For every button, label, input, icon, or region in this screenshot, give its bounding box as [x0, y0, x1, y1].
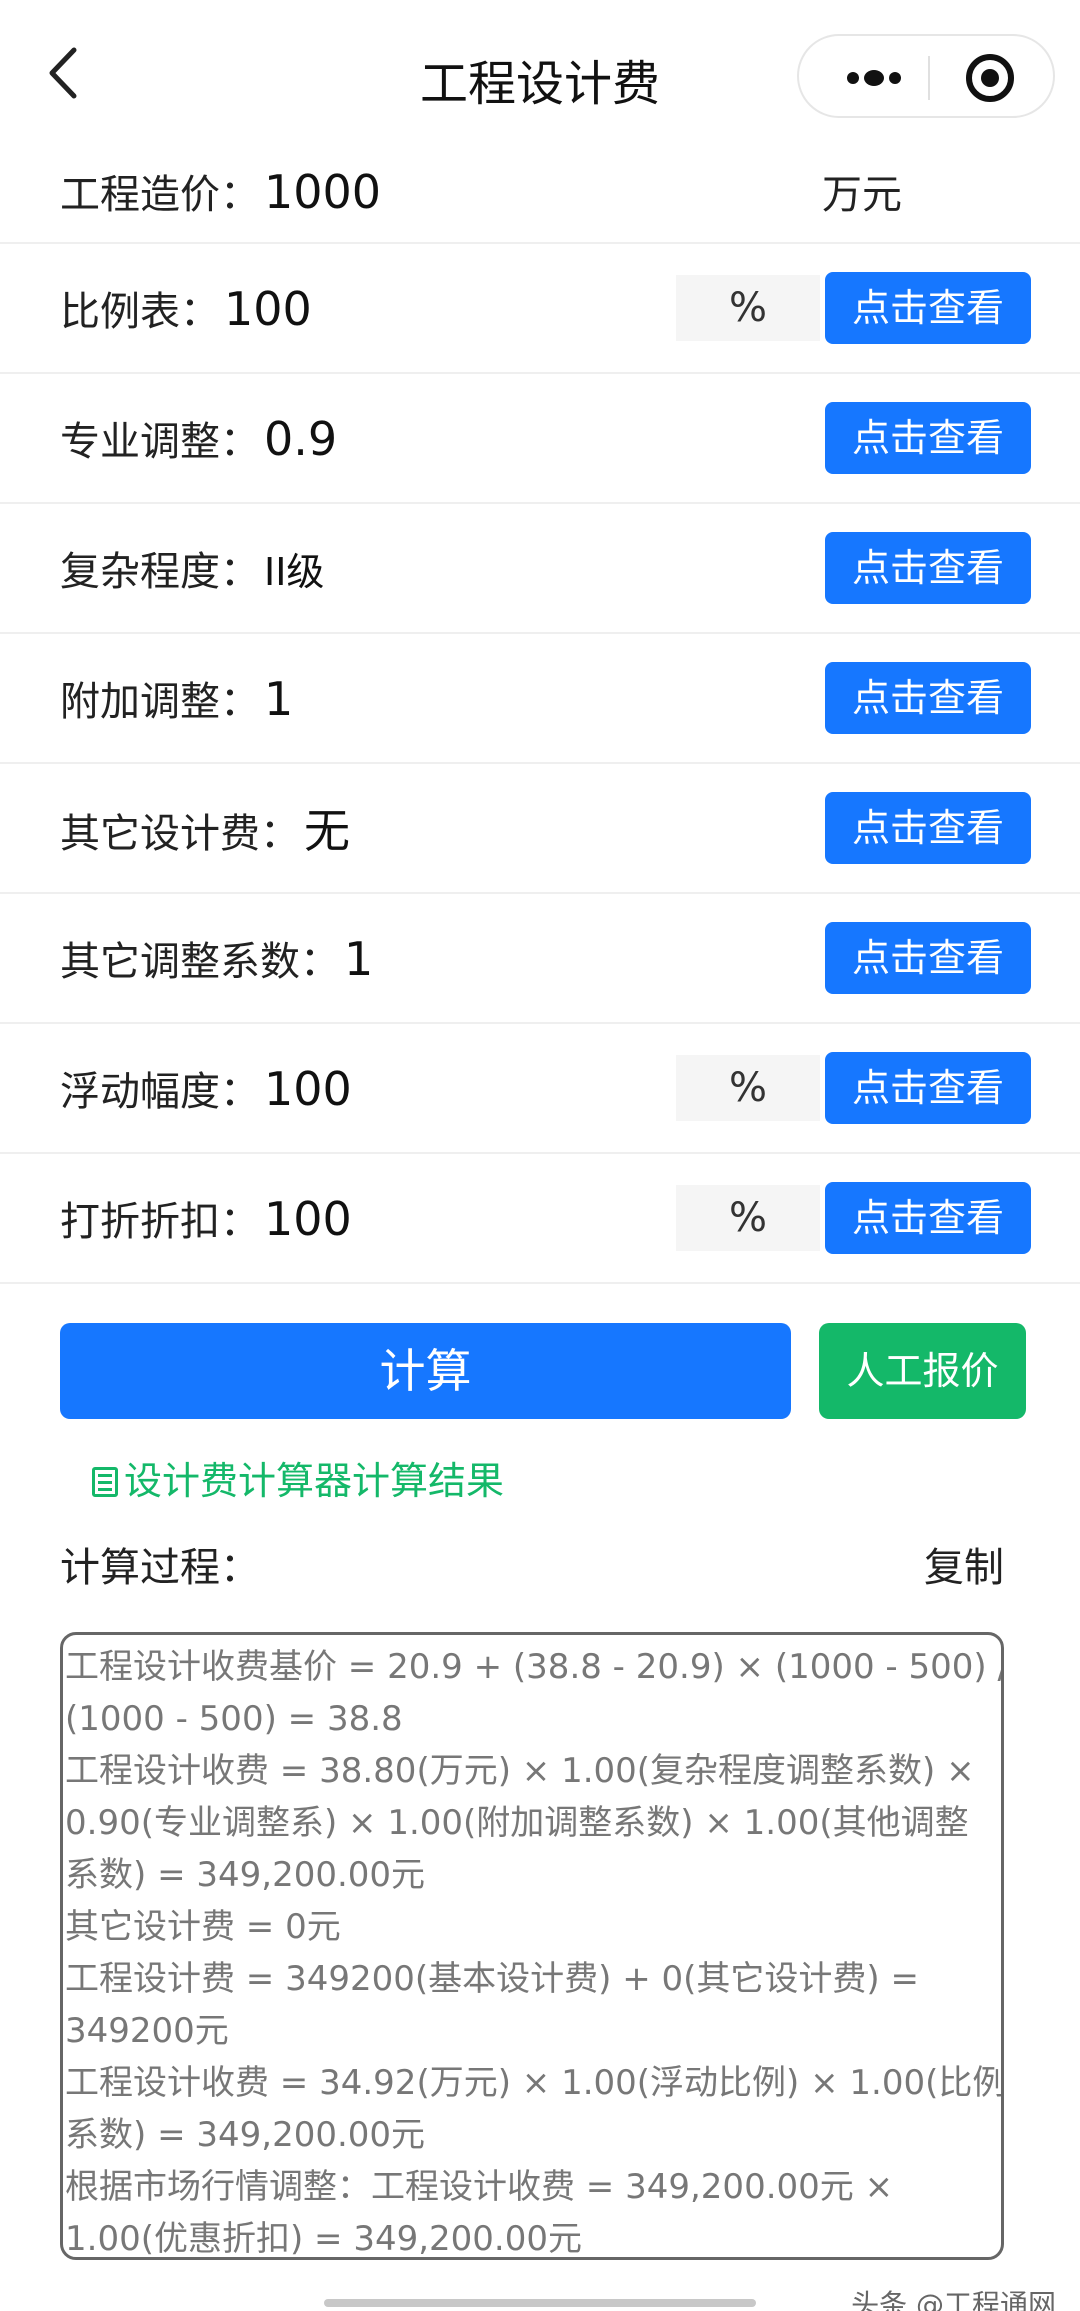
process-line: 工程设计费 = 349200(基本设计费) + 0(其它设计费) =	[65, 1959, 919, 1999]
view-other-fee-button[interactable]: 点击查看	[825, 792, 1031, 864]
view-additional-button[interactable]: 点击查看	[825, 662, 1031, 734]
more-dots-icon[interactable]	[829, 56, 919, 100]
field-other-adjust-coef: 其它调整系数：1 点击查看	[0, 894, 1080, 1024]
unit-label: 万元	[822, 172, 902, 218]
field-discount: 打折折扣：100 % 点击查看	[0, 1154, 1080, 1284]
process-line: 系数) = 349,200.00元	[65, 2115, 426, 2155]
view-float-button[interactable]: 点击查看	[825, 1052, 1031, 1124]
process-line: 根据市场行情调整：工程设计收费 = 349,200.00元 ×	[65, 2167, 894, 2207]
field-float-range: 浮动幅度：100 % 点击查看	[0, 1024, 1080, 1154]
view-other-adjust-button[interactable]: 点击查看	[825, 922, 1031, 994]
result-heading: 设计费计算器计算结果	[92, 1450, 504, 1505]
capsule-divider	[928, 56, 930, 100]
field-label: 复杂程度： II级	[60, 549, 325, 595]
target-icon[interactable]	[964, 52, 1016, 104]
field-complexity: 复杂程度： II级 点击查看	[0, 504, 1080, 634]
discount-input[interactable]: 100	[264, 1192, 352, 1246]
manual-quote-button[interactable]: 人工报价	[819, 1323, 1026, 1419]
field-label: 比例表：100	[60, 282, 312, 336]
percent-unit: %	[676, 1055, 820, 1121]
field-additional-adjust: 附加调整：1 点击查看	[0, 634, 1080, 764]
field-label: 打折折扣：100	[60, 1192, 352, 1246]
process-line: 其它设计费 = 0元	[65, 1907, 341, 1947]
process-line: 1.00(优惠折扣) = 349,200.00元	[65, 2219, 583, 2259]
view-ratio-button[interactable]: 点击查看	[825, 272, 1031, 344]
form-fields: 工程造价：1000 万元 比例表：100 % 点击查看 专业调整：0.9 点击查…	[0, 140, 1080, 1284]
copy-button[interactable]: 复制	[924, 1535, 1004, 1593]
field-ratio-table: 比例表：100 % 点击查看	[0, 244, 1080, 374]
nav-header: 工程设计费	[0, 0, 1080, 140]
process-line: 工程设计收费 = 34.92(万元) × 1.00(浮动比例) × 1.00(比…	[65, 2063, 1004, 2103]
field-label: 附加调整：1	[60, 672, 294, 726]
process-line: 系数) = 349,200.00元	[65, 1855, 426, 1895]
percent-unit: %	[676, 275, 820, 341]
complexity-value[interactable]: II级	[264, 550, 324, 594]
field-label: 浮动幅度：100	[60, 1062, 352, 1116]
additional-adjust-value[interactable]: 1	[264, 672, 293, 726]
process-label: 计算过程：	[60, 1545, 260, 1591]
calculator-icon	[92, 1467, 118, 1497]
view-discipline-button[interactable]: 点击查看	[825, 402, 1031, 474]
calculate-button[interactable]: 计算	[60, 1323, 791, 1419]
field-other-design-fee: 其它设计费：无 点击查看	[0, 764, 1080, 894]
view-discount-button[interactable]: 点击查看	[825, 1182, 1031, 1254]
process-line: (1000 - 500) = 38.8	[65, 1699, 403, 1739]
ratio-input[interactable]: 100	[224, 282, 312, 336]
process-line: 工程设计收费 = 38.80(万元) × 1.00(复杂程度调整系数) ×	[65, 1751, 975, 1791]
field-label: 工程造价：1000	[60, 165, 382, 219]
field-label: 其它调整系数：1	[60, 932, 374, 986]
field-project-cost: 工程造价：1000 万元	[0, 140, 1080, 244]
field-label: 专业调整：0.9	[60, 412, 338, 466]
process-line: 349200元	[65, 2011, 229, 2051]
mini-program-capsule	[797, 34, 1055, 118]
process-line: 0.90(专业调整系) × 1.00(附加调整系数) × 1.00(其他调整	[65, 1803, 969, 1843]
home-indicator[interactable]	[324, 2299, 756, 2307]
float-range-input[interactable]: 100	[264, 1062, 352, 1116]
other-design-fee-value[interactable]: 无	[304, 804, 350, 858]
field-discipline-adjust: 专业调整：0.9 点击查看	[0, 374, 1080, 504]
field-label: 其它设计费：无	[60, 804, 350, 858]
watermark-text: 头条 @工程通网	[851, 2288, 1056, 2311]
view-complexity-button[interactable]: 点击查看	[825, 532, 1031, 604]
percent-unit: %	[676, 1185, 820, 1251]
project-cost-input[interactable]: 1000	[264, 165, 381, 219]
process-line: 工程设计收费基价 = 20.9 + (38.8 - 20.9) × (1000 …	[65, 1647, 1004, 1687]
discipline-adjust-value[interactable]: 0.9	[264, 412, 337, 466]
calculation-process-box: 工程设计收费基价 = 20.9 + (38.8 - 20.9) × (1000 …	[60, 1632, 1004, 2260]
other-adjust-coef-value[interactable]: 1	[344, 932, 373, 986]
